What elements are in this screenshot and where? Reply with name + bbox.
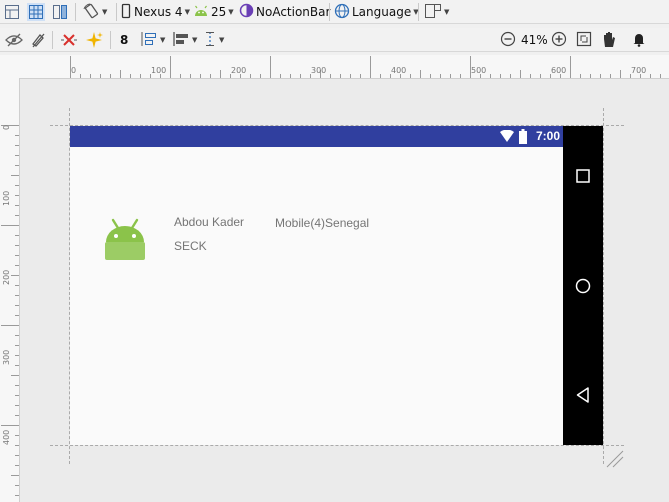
layout-toolbar: 8 ▼ ▼ ▼ 41% (0, 28, 669, 52)
toolbar-separator (116, 3, 117, 21)
ruler-label: 400 (2, 429, 11, 445)
resize-handle[interactable] (605, 449, 625, 472)
layout-variants-icon (424, 3, 442, 22)
ruler-label: 200 (2, 269, 11, 285)
default-margin-value[interactable]: 8 (120, 30, 128, 50)
align-menu[interactable]: ▼ (172, 30, 197, 50)
split-view-icon[interactable] (52, 2, 68, 22)
ruler-label: 400 (391, 66, 407, 75)
battery-icon (519, 129, 527, 147)
chevron-down-icon: ▼ (184, 8, 190, 16)
layout-variants-menu[interactable]: ▼ (424, 2, 449, 22)
chevron-down-icon: ▼ (102, 8, 108, 16)
ruler-label: 0 (71, 66, 77, 75)
vertical-ruler: 0 100 200 300 400 (0, 78, 20, 502)
api-level: 25 (211, 5, 227, 19)
recents-icon[interactable] (576, 169, 590, 186)
back-icon[interactable] (576, 387, 590, 406)
pack-icon (140, 31, 158, 50)
ruler-label: 100 (2, 190, 11, 206)
infer-constraints-icon[interactable] (85, 30, 103, 50)
toolbar-separator (52, 31, 53, 49)
guidelines-menu[interactable]: ▼ (203, 30, 224, 50)
blueprint-view-icon[interactable] (27, 2, 45, 22)
zoom-out-button[interactable] (500, 30, 516, 50)
status-bar: 7:00 (70, 126, 563, 147)
navigation-bar (563, 126, 603, 445)
toolbar-separator (110, 31, 111, 49)
zoom-to-fit-button[interactable] (576, 30, 592, 50)
api-level-menu[interactable]: 25 ▼ (193, 2, 234, 22)
chevron-down-icon: ▼ (444, 8, 450, 16)
pack-menu[interactable]: ▼ (140, 30, 165, 50)
wifi-icon (500, 129, 514, 145)
chevron-down-icon: ▼ (192, 36, 198, 44)
phone-icon (121, 3, 131, 22)
toolbar-separator (329, 3, 330, 21)
horizontal-ruler: 0 100 200 300 400 500 600 700 (0, 55, 669, 79)
design-toolbar: ▼ Nexus 4 ▼ 25 ▼ NoActionBar Language ▼ … (0, 0, 669, 24)
eye-hidden-icon[interactable] (5, 30, 23, 50)
clear-constraints-icon[interactable] (60, 30, 78, 50)
zoom-in-icon (551, 31, 567, 50)
android-robot-icon (103, 218, 147, 265)
device-name: Nexus 4 (134, 5, 183, 19)
device-menu[interactable]: Nexus 4 ▼ (121, 2, 190, 22)
zoom-out-icon (500, 31, 516, 50)
rotate-device-icon (82, 3, 100, 22)
device-preview[interactable]: 7:00 Abdou Kader SECK Mobile(4)Senegal (70, 126, 603, 445)
ruler-label: 0 (2, 124, 11, 130)
language-menu[interactable]: Language ▼ (334, 2, 419, 22)
chevron-down-icon: ▼ (219, 36, 225, 44)
guide-line (50, 445, 624, 446)
align-left-icon (172, 31, 190, 50)
hand-icon (601, 30, 617, 51)
pan-button[interactable] (601, 30, 617, 50)
theme-icon (239, 3, 254, 21)
chevron-down-icon: ▼ (228, 8, 234, 16)
ruler-label: 600 (551, 66, 567, 75)
android-icon (193, 4, 209, 21)
ruler-label: 300 (2, 349, 11, 365)
last-name-text: SECK (174, 239, 207, 253)
theme-name: NoActionBar (256, 5, 331, 19)
home-icon[interactable] (575, 278, 591, 297)
toolbar-separator (75, 3, 76, 21)
design-view-icon[interactable] (4, 2, 20, 22)
chevron-down-icon: ▼ (160, 36, 166, 44)
language-label: Language (352, 5, 412, 19)
orientation-menu[interactable]: ▼ (82, 2, 107, 22)
zoom-to-fit-icon (576, 31, 592, 50)
ruler-label: 500 (471, 66, 487, 75)
zoom-in-button[interactable] (551, 30, 567, 50)
ruler-label: 200 (231, 66, 247, 75)
theme-menu[interactable]: NoActionBar (239, 2, 330, 22)
zoom-level: 41% (521, 33, 548, 47)
toolbar-separator (418, 3, 419, 21)
globe-icon (334, 3, 350, 22)
guide-line (603, 108, 604, 464)
ruler-label: 700 (631, 66, 647, 75)
guideline-icon (203, 31, 217, 50)
notifications-button[interactable] (632, 30, 646, 50)
ruler-label: 300 (311, 66, 327, 75)
status-clock: 7:00 (535, 129, 560, 143)
title-text: Mobile(4)Senegal (275, 216, 370, 230)
magnet-icon[interactable] (30, 30, 46, 50)
first-name-text: Abdou Kader (174, 215, 245, 229)
ruler-label: 100 (151, 66, 167, 75)
bell-icon (632, 31, 646, 50)
